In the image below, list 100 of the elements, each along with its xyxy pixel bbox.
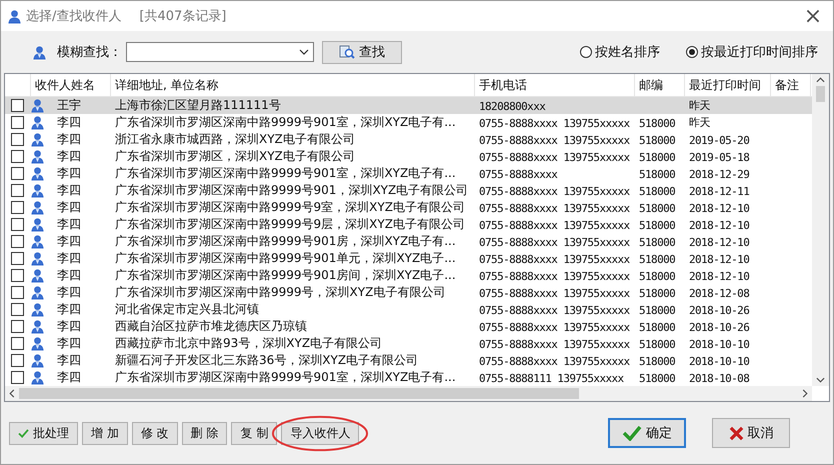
table-cell: 昨天	[689, 99, 710, 112]
column-header[interactable]: 备注	[771, 74, 811, 96]
table-cell: 西藏自治区拉萨市堆龙德庆区乃琼镇	[115, 319, 307, 333]
horizontal-scrollbar[interactable]	[5, 386, 812, 401]
table-cell: 518000	[639, 134, 676, 146]
action-button[interactable]: 导入收件人	[281, 422, 360, 444]
table-row[interactable]: 李四 广东省深圳市罗湖区深南中路9999号901，深圳XYZ电子有限公司 0755-8888xxxx 139755xxxxx 518000 2018-12-11	[5, 182, 812, 199]
table-cell: 李四	[57, 234, 81, 248]
table-cell: 李四	[57, 200, 81, 214]
column-header[interactable]: 收件人姓名	[31, 74, 111, 96]
ok-button[interactable]: 确定	[608, 418, 686, 448]
search-field[interactable]	[126, 42, 314, 62]
table-row[interactable]: 李四 河北省保定市定兴县北河镇 0755-8888xxxx 139755xxxxx 518000 2018-10-26	[5, 301, 812, 318]
table-row[interactable]: 李四 西藏拉萨市北京中路93号，深圳XYZ电子有限公司 0755-8888xxxx 139755xxxxx 518000 2018-10-10	[5, 335, 812, 352]
row-checkbox[interactable]	[11, 201, 24, 214]
row-checkbox[interactable]	[11, 116, 24, 129]
table-cell: 广东省深圳市罗湖区深南中路9999号901室，深圳XYZ电子有...	[115, 115, 456, 129]
column-header[interactable]: 手机电话	[475, 74, 635, 96]
row-checkbox[interactable]	[11, 252, 24, 265]
row-checkbox[interactable]	[11, 286, 24, 299]
table-cell: 0755-8888111 139755xxxxx	[479, 372, 624, 384]
action-button[interactable]: 批处理	[9, 422, 78, 444]
table-cell: 西藏拉萨市北京中路93号，深圳XYZ电子有限公司	[115, 336, 382, 350]
cancel-button[interactable]: 取消	[712, 418, 790, 448]
column-header[interactable]: 邮编	[635, 74, 685, 96]
row-checkbox[interactable]	[11, 167, 24, 180]
column-header[interactable]: 最近打印时间	[685, 74, 771, 96]
table-cell: 0755-8888xxxx	[479, 168, 558, 180]
table-cell: 上海市徐汇区望月路111111号	[115, 98, 281, 112]
row-checkbox[interactable]	[11, 150, 24, 163]
action-button[interactable]: 增 加	[82, 422, 128, 444]
search-button[interactable]: 查找	[322, 40, 402, 64]
check-icon	[622, 425, 642, 441]
scroll-thumb[interactable]	[816, 86, 825, 102]
table-cell: 广东省深圳市罗湖区深南中路9999号901，深圳XYZ电子有限公司	[115, 183, 468, 197]
sort-radio[interactable]: 按最近打印时间排序	[686, 43, 818, 61]
row-checkbox[interactable]	[11, 371, 24, 384]
table-cell: 0755-8888xxxx 139755xxxxx	[479, 150, 630, 164]
person-icon	[32, 44, 47, 60]
table-row[interactable]: 王宇 上海市徐汇区望月路111111号 18208800xxx 昨天	[5, 97, 812, 114]
search-label: 模糊查找：	[57, 44, 122, 61]
vertical-scrollbar[interactable]	[812, 74, 829, 386]
table-cell: 李四	[57, 353, 81, 367]
table-cell: 518000	[639, 320, 676, 334]
table-row[interactable]: 李四 广东省深圳市罗湖区深南中路9999号9室，深圳XYZ电子有限公司 0755-8888xxxx 139755xxxxx 518000 2018-12-10	[5, 199, 812, 216]
table-row[interactable]: 李四 西藏自治区拉萨市堆龙德庆区乃琼镇 0755-8888xxxx 139755xxxxx 518000 2018-10-26	[5, 318, 812, 335]
table-row[interactable]: 李四 广东省深圳市罗湖区深南中路9999号，深圳XYZ电子有限公司 0755-8888xxxx 139755xxxxx 518000 2018-12-08	[5, 284, 812, 301]
row-checkbox[interactable]	[11, 320, 24, 333]
search-icon	[339, 44, 355, 60]
table-cell: 浙江省永康市城西路，深圳XYZ电子有限公司	[115, 132, 355, 146]
table-row[interactable]: 李四 浙江省永康市城西路，深圳XYZ电子有限公司 0755-8888xxxx 139755xxxxx 518000 2019-05-20	[5, 131, 812, 148]
table-cell: 李四	[57, 149, 81, 163]
person-icon	[30, 132, 45, 147]
table-cell: 2018-12-08	[689, 286, 750, 300]
dropdown-icon[interactable]	[299, 49, 309, 55]
row-checkbox[interactable]	[11, 354, 24, 367]
table-cell: 广东省深圳市罗湖区深南中路9999号901室，深圳XYZ电子有...	[115, 166, 456, 180]
table-row[interactable]: 李四 广东省深圳市罗湖区深南中路9999号901房间，深圳XYZ电子... 0755-8888xxxx 139755xxxxx 518000 2018-12-10	[5, 267, 812, 284]
scroll-down-icon[interactable]	[816, 377, 825, 383]
action-button[interactable]: 复 制	[231, 422, 278, 444]
table-cell: 518000	[639, 150, 676, 164]
table-cell: 0755-8888xxxx 139755xxxxx	[479, 134, 630, 146]
column-header[interactable]: 详细地址, 单位名称	[111, 74, 475, 96]
scroll-up-icon[interactable]	[816, 77, 825, 83]
table-cell: 0755-8888xxxx 139755xxxxx	[479, 116, 630, 130]
table-cell: 广东省深圳市罗湖区深南中路9999号9层，深圳XYZ电子有限公司	[115, 217, 465, 231]
action-button[interactable]: 删 除	[182, 422, 228, 444]
row-checkbox[interactable]	[11, 99, 24, 112]
row-checkbox[interactable]	[11, 337, 24, 350]
table-cell: 18208800xxx	[479, 100, 546, 112]
row-checkbox[interactable]	[11, 269, 24, 282]
table-row[interactable]: 李四 广东省深圳市罗湖区，深圳XYZ电子有限公司 0755-8888xxxx 139755xxxxx 518000 2019-05-18	[5, 148, 812, 165]
sort-radio[interactable]: 按姓名排序	[580, 43, 660, 61]
scroll-thumb[interactable]	[19, 388, 579, 399]
row-checkbox[interactable]	[11, 184, 24, 197]
row-checkbox[interactable]	[11, 303, 24, 316]
table-cell: 2018-10-26	[689, 304, 750, 316]
scroll-left-icon[interactable]	[9, 389, 15, 398]
table-row[interactable]: 李四 广东省深圳市罗湖区深南中路9999号901室，深圳XYZ电子有... 0755-8888xxxx 139755xxxxx 518000 昨天	[5, 114, 812, 131]
row-checkbox[interactable]	[11, 133, 24, 146]
table-cell: 李四	[57, 319, 81, 333]
row-checkbox[interactable]	[11, 218, 24, 231]
row-checkbox[interactable]	[11, 235, 24, 248]
scroll-right-icon[interactable]	[802, 389, 808, 398]
table-row[interactable]: 李四 广东省深圳市罗湖区深南中路9999号901单元，深圳XYZ电子... 0755-8888xxxx 139755xxxxx 518000 2018-12-10	[5, 250, 812, 267]
table-row[interactable]: 李四 广东省深圳市罗湖区深南中路9999号9层，深圳XYZ电子有限公司 0755-8888xxxx 139755xxxxx 518000 2018-12-10	[5, 216, 812, 233]
table-row[interactable]: 李四 广东省深圳市罗湖区深南中路9999号901房，深圳XYZ电子有... 0755-8888xxxx 139755xxxxx 518000 2018-12-10	[5, 233, 812, 250]
table-cell: 2018-10-26	[689, 320, 750, 334]
table-cell: 李四	[57, 115, 81, 129]
table-cell: 李四	[57, 268, 81, 282]
table-row[interactable]: 李四 广东省深圳市罗湖区深南中路9999号901室，深圳XYZ电子有... 0755-8888xxxx 518000 2018-12-29	[5, 165, 812, 182]
table-row[interactable]: 李四 新疆石河子开发区北三东路36号，深圳XYZ电子有限公司 0755-8888xxxx 139755xxxxx 518000 2018-10-10	[5, 352, 812, 369]
table-row[interactable]: 李四 广东省深圳市罗湖区深南中路9999号901室，深圳XYZ电子有... 0755-8888111 139755xxxxx 518000 2018-10-08	[5, 369, 812, 386]
action-button[interactable]: 修 改	[132, 422, 178, 444]
table-cell: 518000	[639, 202, 676, 214]
table-cell: 李四	[57, 183, 81, 197]
close-button[interactable]: ×	[793, 2, 833, 30]
table-cell: 李四	[57, 302, 81, 316]
person-icon	[30, 302, 45, 317]
person-icon	[30, 166, 45, 181]
